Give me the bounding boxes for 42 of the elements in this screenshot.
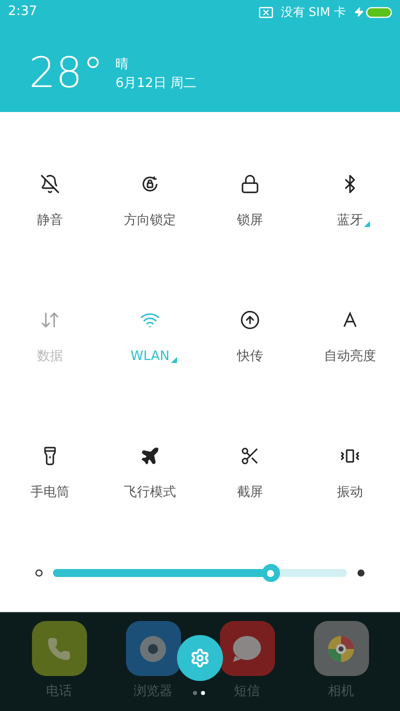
scissors-icon — [240, 446, 260, 466]
brightness-low-icon — [35, 569, 43, 577]
settings-button[interactable] — [177, 635, 223, 681]
app-icon[interactable] — [220, 621, 274, 676]
quick-toggle[interactable]: 方向锁定 — [100, 174, 200, 229]
quick-toggle[interactable]: 锁屏 — [200, 174, 300, 229]
bell-off-icon — [40, 174, 60, 194]
rotation-lock-icon — [140, 174, 160, 194]
quick-toggle[interactable]: 飞行模式 — [100, 446, 200, 501]
date-text: 6月12日 周二 — [115, 75, 196, 93]
upload-circle-icon — [240, 310, 260, 330]
camera-lens-icon — [326, 634, 356, 664]
phone-icon — [47, 636, 71, 660]
chat-bubble-icon — [231, 634, 263, 664]
sim-status-text: 没有 SIM 卡 — [280, 4, 346, 21]
app-icon[interactable] — [126, 621, 180, 676]
app-icon[interactable] — [314, 621, 368, 676]
app-icon[interactable] — [32, 621, 86, 676]
status-time: 2:37 — [8, 3, 38, 22]
quick-toggle[interactable]: 振动 — [300, 446, 400, 501]
quick-toggle[interactable]: 蓝牙 — [300, 174, 400, 229]
weather-condition: 晴 — [115, 56, 130, 74]
brightness-high-icon — [357, 569, 365, 577]
browser-icon — [138, 634, 168, 664]
quick-toggle[interactable]: 截屏 — [200, 446, 300, 501]
app-label: 相机 — [328, 683, 354, 701]
airplane-icon — [140, 446, 160, 466]
temperature: 28° — [29, 52, 104, 94]
battery-icon — [366, 6, 392, 18]
no-sim-icon — [258, 6, 273, 18]
app-label: 浏览器 — [134, 683, 172, 701]
quick-toggle[interactable]: 手电筒 — [0, 446, 100, 501]
app-label: 短信 — [234, 683, 260, 701]
slider-thumb[interactable] — [262, 564, 280, 582]
lock-icon — [240, 174, 260, 194]
settings-icon — [190, 648, 210, 668]
quick-toggle[interactable]: 静音 — [0, 174, 100, 229]
data-arrows-icon — [40, 310, 60, 330]
app-label: 电话 — [46, 683, 72, 701]
brightness-slider[interactable] — [53, 564, 347, 582]
quick-toggle[interactable]: 自动亮度 — [300, 310, 400, 365]
quick-toggle[interactable]: 快传 — [200, 310, 300, 365]
